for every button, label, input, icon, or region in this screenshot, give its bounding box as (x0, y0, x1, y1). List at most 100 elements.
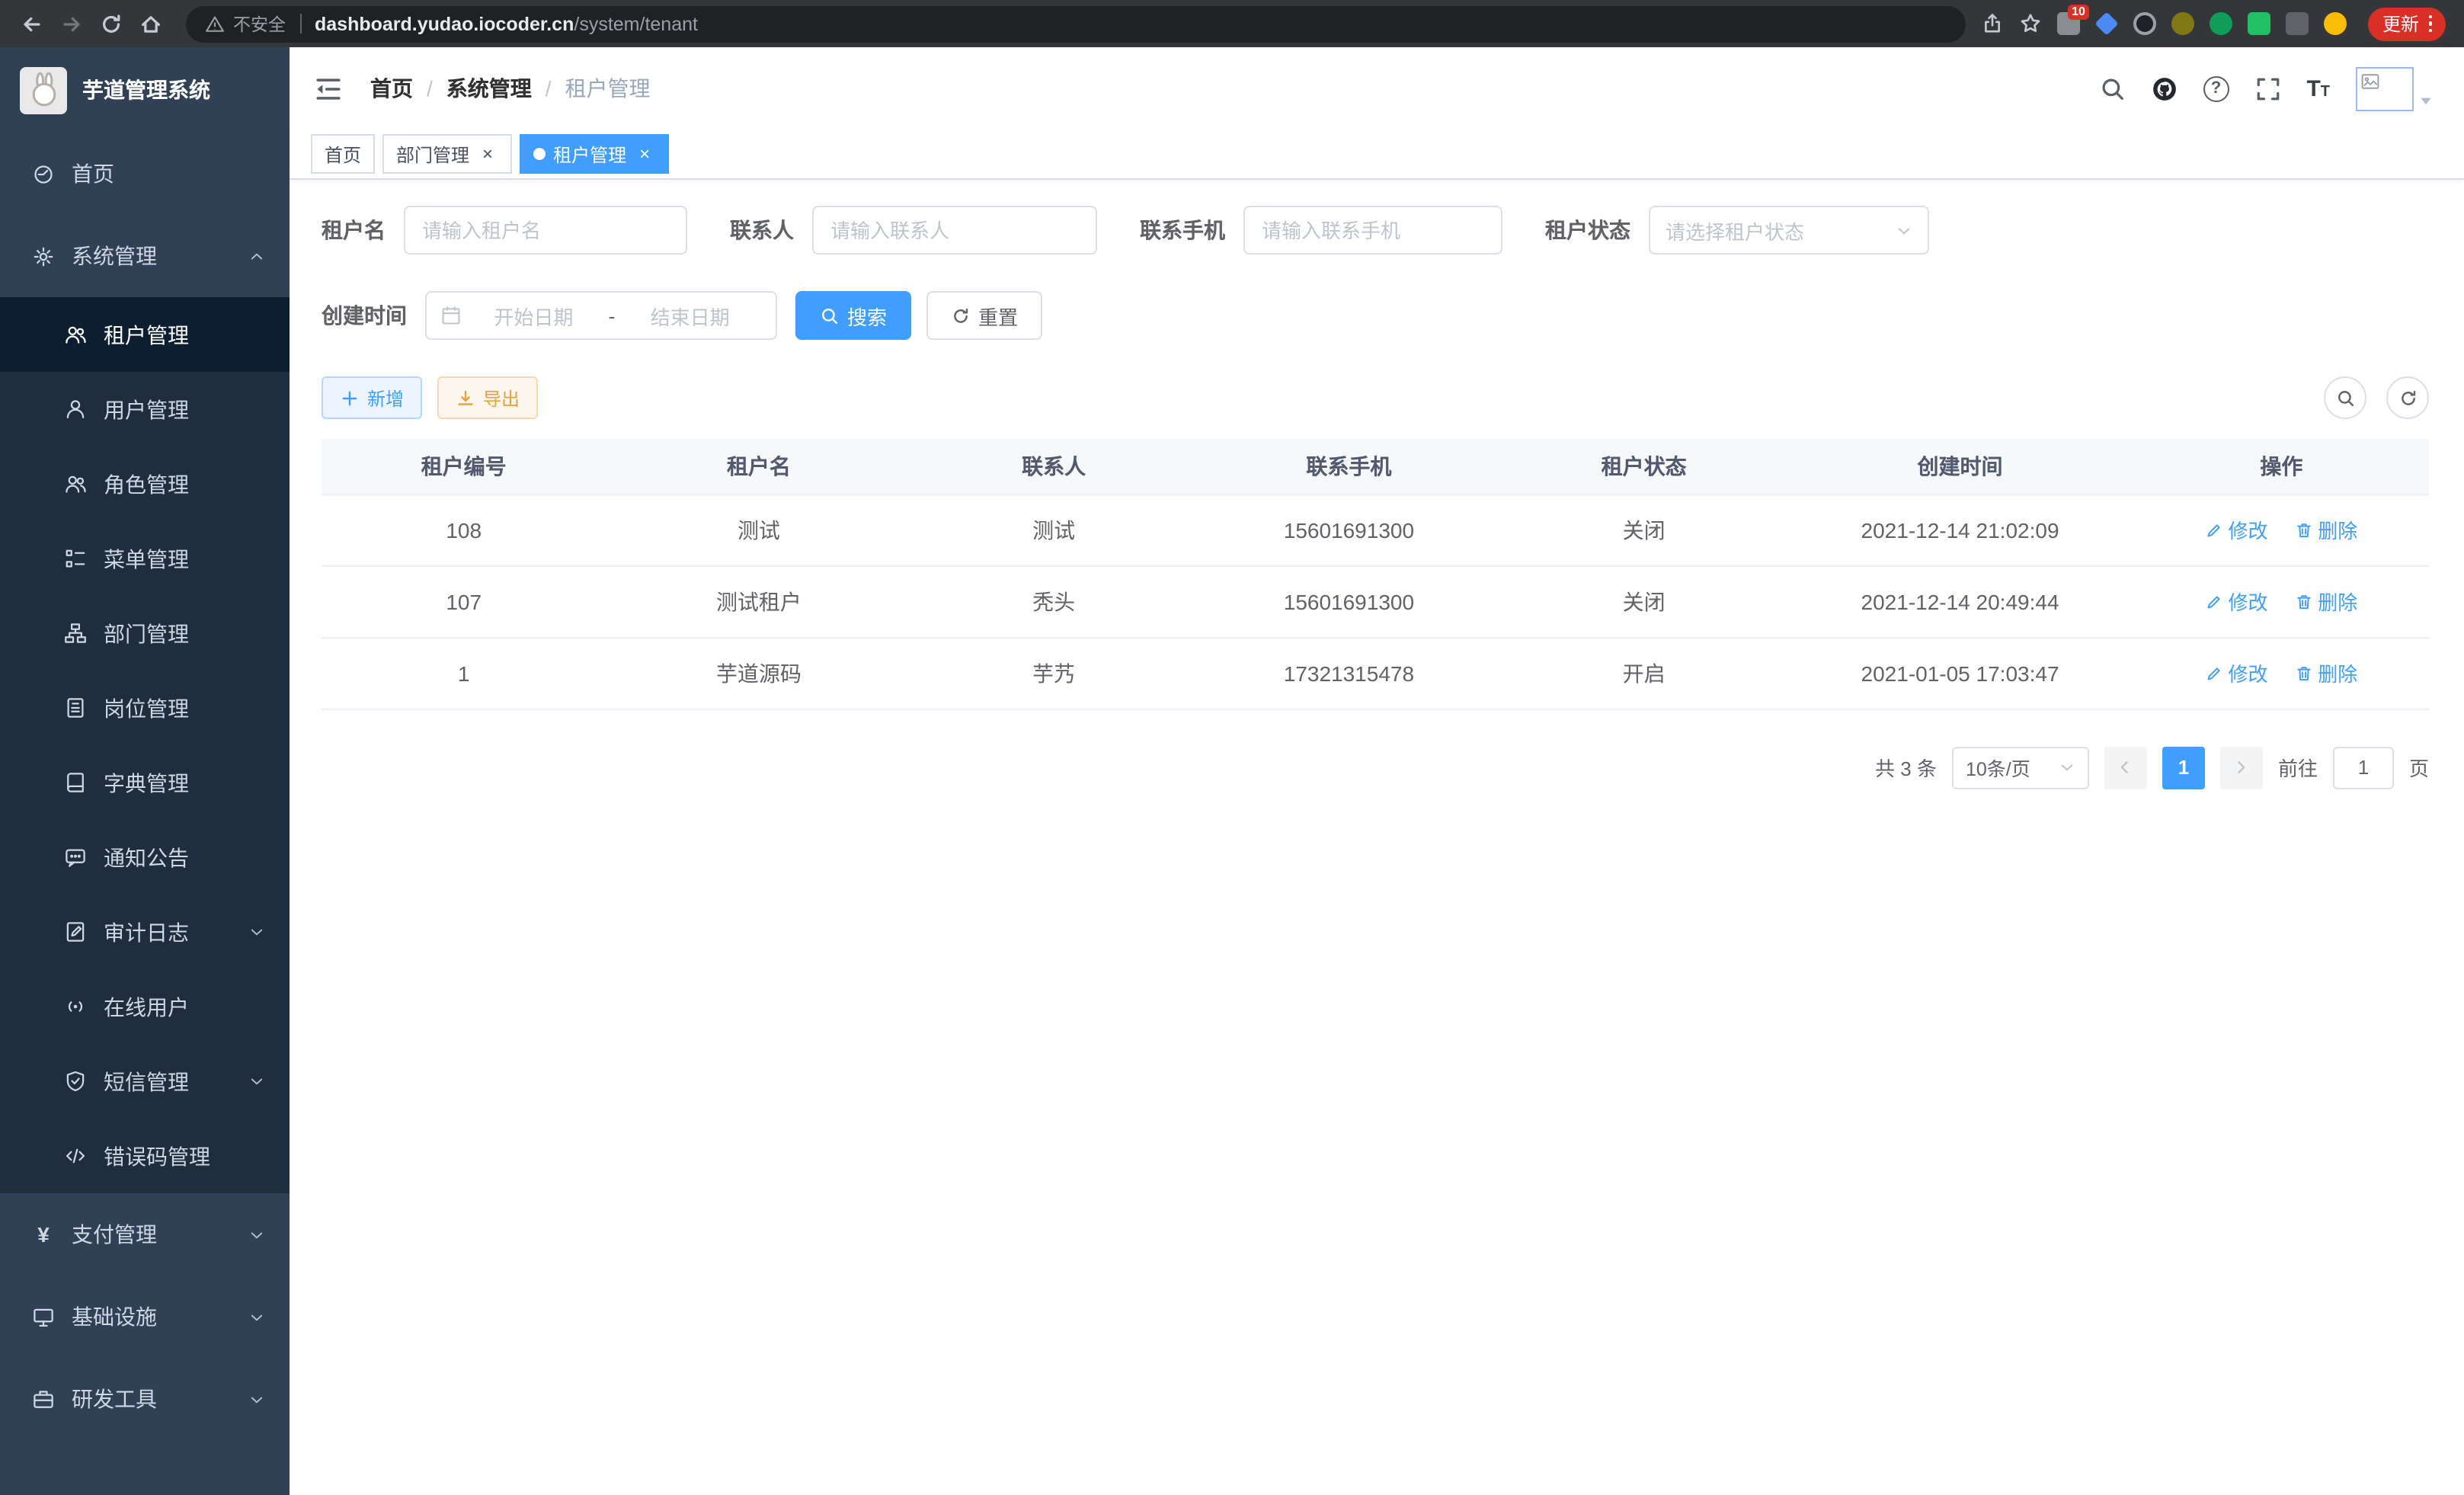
sidebar-item-devtools[interactable]: 研发工具 (0, 1358, 290, 1440)
sidebar-item-audit[interactable]: 审计日志 (0, 895, 290, 969)
chevron-left-icon (2117, 759, 2134, 776)
badge-icon (64, 696, 87, 719)
font-size-button[interactable]: TT (2306, 75, 2330, 101)
phone-input[interactable] (1243, 206, 1502, 255)
cell-tenant-id: 108 (322, 494, 606, 565)
sidebar-item-infra[interactable]: 基础设施 (0, 1276, 290, 1358)
address-bar[interactable]: 不安全 dashboard.yudao.iocoder.cn/system/te… (186, 5, 1966, 42)
sms-icon (64, 1070, 87, 1093)
tab-tenant[interactable]: 租户管理 × (520, 134, 669, 174)
prev-page-button[interactable] (2104, 746, 2147, 789)
sidebar-toggle-button[interactable] (314, 74, 343, 103)
sidebar-item-system[interactable]: 系统管理 (0, 215, 290, 297)
cell-tenant-name: 芋道源码 (606, 637, 911, 709)
breadcrumb-system[interactable]: 系统管理 (446, 73, 532, 104)
cell-phone: 15601691300 (1196, 494, 1502, 565)
infra-icon (32, 1305, 55, 1328)
header-search-button[interactable] (2099, 75, 2125, 101)
sidebar-item-label: 菜单管理 (104, 543, 189, 574)
security-warning-icon (204, 13, 226, 34)
sidebar-item-label: 审计日志 (104, 917, 189, 947)
page-size-select[interactable]: 10条/页 (1952, 746, 2089, 789)
tab-dept[interactable]: 部门管理 × (382, 134, 512, 174)
refresh-table-button[interactable] (2386, 376, 2429, 419)
chevron-down-icon (248, 1226, 265, 1243)
add-button[interactable]: 新增 (322, 376, 422, 419)
phone-label: 联系手机 (1140, 215, 1225, 245)
profile-avatar-icon[interactable] (2325, 12, 2347, 35)
filter-contact: 联系人 (730, 206, 1097, 255)
close-icon[interactable]: × (477, 143, 498, 165)
sidebar-item-post[interactable]: 岗位管理 (0, 671, 290, 745)
tab-home[interactable]: 首页 (311, 134, 375, 174)
sidebar-item-label: 部门管理 (104, 618, 189, 648)
extension-icon[interactable] (2134, 12, 2157, 35)
bookmark-button[interactable] (2020, 12, 2043, 35)
cell-status: 关闭 (1502, 494, 1786, 565)
extension-icon[interactable] (2248, 12, 2271, 35)
user-avatar-dropdown[interactable] (2356, 66, 2434, 110)
extension-badge: 10 (2067, 5, 2090, 20)
edit-button[interactable]: 修改 (2205, 515, 2267, 544)
reset-button[interactable]: 重置 (926, 291, 1042, 340)
filter-phone: 联系手机 (1140, 206, 1502, 255)
extension-icon[interactable]: 10 (2058, 12, 2081, 35)
sidebar-item-role[interactable]: 角色管理 (0, 447, 290, 521)
breadcrumb-current: 租户管理 (565, 73, 651, 104)
sidebar-item-home[interactable]: 首页 (0, 133, 290, 215)
home-button[interactable] (131, 4, 171, 43)
edit-button[interactable]: 修改 (2205, 658, 2267, 687)
sidebar-item-dept[interactable]: 部门管理 (0, 596, 290, 671)
sidebar-item-user[interactable]: 用户管理 (0, 372, 290, 447)
forward-button[interactable] (52, 4, 91, 43)
status-select[interactable]: 请选择租户状态 (1649, 206, 1929, 255)
search-button[interactable]: 搜索 (795, 291, 911, 340)
export-button[interactable]: 导出 (437, 376, 538, 419)
sidebar-item-dict[interactable]: 字典管理 (0, 745, 290, 820)
filter-row-2: 创建时间 开始日期 - 结束日期 搜索 重置 (322, 291, 2429, 340)
trash-icon (2295, 664, 2313, 682)
toggle-search-button[interactable] (2324, 376, 2366, 419)
navbar: 首页 / 系统管理 / 租户管理 ? TT (290, 47, 2464, 130)
date-range-picker[interactable]: 开始日期 - 结束日期 (425, 291, 777, 340)
delete-button[interactable]: 删除 (2295, 515, 2357, 544)
goto-page-input[interactable] (2333, 746, 2394, 789)
fullscreen-button[interactable] (2254, 75, 2280, 101)
cell-phone: 15601691300 (1196, 565, 1502, 637)
delete-button[interactable]: 删除 (2295, 587, 2357, 616)
chevron-down-icon (2059, 759, 2075, 776)
extension-icon[interactable] (2286, 12, 2309, 35)
sidebar-item-notice[interactable]: 通知公告 (0, 820, 290, 895)
github-link[interactable] (2151, 75, 2177, 101)
extension-icon[interactable] (2210, 12, 2233, 35)
sidebar-item-errcode[interactable]: 错误码管理 (0, 1119, 290, 1193)
page-1-button[interactable]: 1 (2162, 746, 2205, 789)
breadcrumb-separator: / (546, 76, 552, 101)
breadcrumb-home[interactable]: 首页 (370, 73, 413, 104)
reload-button[interactable] (91, 4, 131, 43)
cell-actions: 修改 删除 (2134, 565, 2429, 637)
next-page-button[interactable] (2220, 746, 2263, 789)
sidebar-item-pay[interactable]: ¥ 支付管理 (0, 1193, 290, 1276)
help-button[interactable]: ? (2203, 75, 2229, 101)
extension-icon[interactable] (2095, 11, 2119, 35)
edit-button[interactable]: 修改 (2205, 587, 2267, 616)
share-button[interactable] (1982, 12, 2005, 35)
sidebar-item-sms[interactable]: 短信管理 (0, 1044, 290, 1119)
home-icon (139, 11, 163, 36)
main-area: 首页 / 系统管理 / 租户管理 ? TT (290, 47, 2464, 1495)
delete-button[interactable]: 删除 (2295, 658, 2357, 687)
pencil-icon (2205, 520, 2223, 539)
sidebar-item-online[interactable]: 在线用户 (0, 969, 290, 1044)
sidebar-item-menu[interactable]: 菜单管理 (0, 521, 290, 596)
sidebar-item-tenant[interactable]: 租户管理 (0, 297, 290, 372)
app-logo[interactable]: 芋道管理系统 (0, 47, 290, 133)
tenant-name-input[interactable] (404, 206, 687, 255)
search-icon (2099, 75, 2125, 101)
sidebar-item-label: 岗位管理 (104, 693, 189, 723)
chrome-update-button[interactable]: 更新 (2369, 7, 2446, 40)
contact-input[interactable] (812, 206, 1097, 255)
extension-icon[interactable] (2172, 12, 2195, 35)
back-button[interactable] (12, 4, 52, 43)
close-icon[interactable]: × (634, 143, 655, 165)
